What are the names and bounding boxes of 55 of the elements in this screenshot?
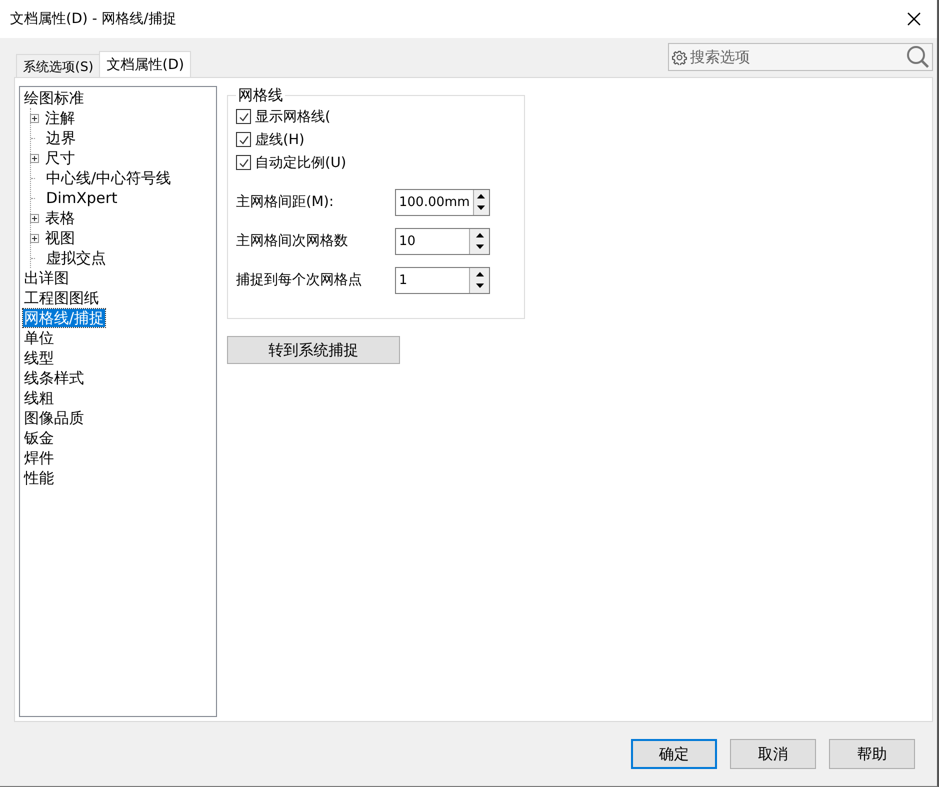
tree-item[interactable]: DimXpert [45, 189, 118, 207]
tree-item[interactable]: 虚拟交点 [45, 249, 107, 267]
tree-item[interactable]: 尺寸 [44, 149, 76, 167]
tab[interactable]: 系统选项(S) [16, 54, 100, 77]
close-icon[interactable] [907, 12, 921, 26]
tree-item[interactable]: 线粗 [23, 389, 55, 407]
tree-item[interactable]: 线条样式 [23, 369, 85, 387]
settings-icon[interactable] [672, 50, 687, 64]
tree-item[interactable]: 注解 [44, 109, 76, 127]
search-box[interactable]: 搜索选项 [668, 43, 933, 71]
dialog-button[interactable]: 取消 [730, 739, 816, 769]
expand-icon[interactable] [30, 154, 39, 162]
down-arrow-icon[interactable] [474, 244, 484, 250]
tree-item[interactable]: 性能 [23, 469, 55, 487]
up-arrow-icon[interactable] [474, 232, 484, 238]
expand-icon[interactable] [30, 114, 39, 122]
up-arrow-icon[interactable] [476, 192, 486, 199]
tree-item[interactable]: 表格 [44, 209, 76, 227]
number-field[interactable]: 100.00mm [395, 188, 490, 216]
checkbox-label: 显示网格线( [255, 108, 330, 126]
tree-item[interactable]: 钣金 [23, 429, 55, 447]
expand-icon[interactable] [30, 234, 39, 242]
search-field[interactable]: 搜索选项 [690, 46, 903, 68]
checkbox-label: 自动定比例(U) [255, 154, 346, 172]
tree-item[interactable]: 焊件 [23, 449, 55, 467]
field-label: 捕捉到每个次网格点 [236, 271, 362, 289]
dialog-button[interactable]: 帮助 [829, 739, 915, 769]
field-label: 主网格间距(M): [236, 193, 334, 211]
window-title: 文档属性(D) - 网格线/捕捉 [10, 10, 176, 28]
tree-item[interactable]: 绘图标准 [23, 89, 85, 107]
field-label: 主网格间次网格数 [236, 232, 348, 250]
number-field[interactable]: 10 [395, 228, 490, 254]
down-arrow-icon[interactable] [474, 283, 484, 290]
tree-item[interactable]: 单位 [23, 329, 55, 347]
checkbox[interactable] [236, 132, 251, 147]
tree-item[interactable]: 图像品质 [23, 409, 85, 427]
up-arrow-icon[interactable] [474, 270, 484, 277]
tree-item[interactable]: 边界 [45, 129, 77, 147]
tree-item[interactable]: 线型 [23, 349, 55, 367]
tree-item[interactable]: 出详图 [23, 269, 70, 287]
dialog-button[interactable]: 确定 [631, 739, 717, 769]
down-arrow-icon[interactable] [476, 205, 486, 212]
search-icon[interactable] [906, 45, 930, 69]
tree-item[interactable]: 工程图图纸 [23, 289, 100, 307]
tree-item[interactable]: 网格线/捕捉 [23, 309, 106, 327]
number-field[interactable]: 1 [395, 266, 490, 294]
checkbox[interactable] [236, 155, 251, 170]
tab[interactable]: 文档属性(D) [99, 51, 192, 77]
tree-item[interactable]: 中心线/中心符号线 [45, 169, 172, 187]
expand-icon[interactable] [30, 214, 39, 222]
checkbox-label: 虚线(H) [255, 130, 304, 148]
checkbox[interactable] [236, 109, 251, 124]
group-title: 网格线 [237, 86, 284, 105]
snap-settings-button[interactable]: 转到系统捕捉 [227, 336, 400, 364]
tree-item[interactable]: 视图 [44, 229, 76, 247]
